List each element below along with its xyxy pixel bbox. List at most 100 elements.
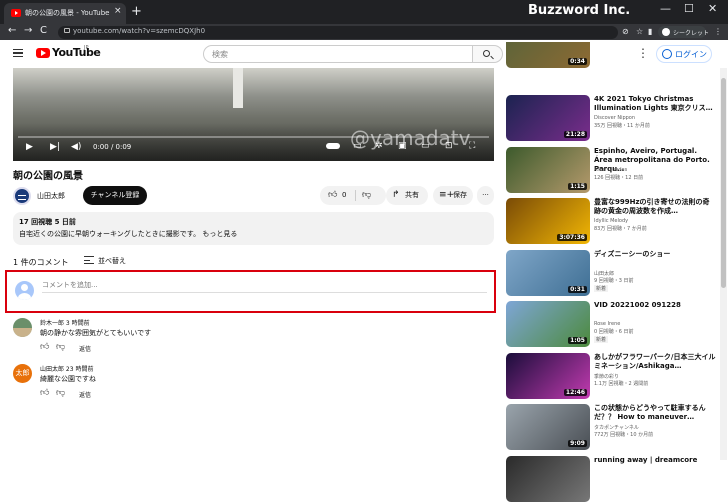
sort-icon[interactable] (84, 256, 94, 264)
tab-close-icon[interactable]: × (114, 6, 122, 16)
scrollbar[interactable] (720, 68, 727, 460)
video-title[interactable]: あしかがフラワーパーク/日本三大イルミネーション/Ashikaga… (594, 353, 716, 371)
channel-avatar[interactable] (13, 187, 31, 205)
recommended-video[interactable]: 12:46 あしかがフラワーパーク/日本三大イルミネーション/Ashikaga… 季… (506, 352, 718, 399)
video-channel[interactable]: Discover Nippon (594, 115, 635, 121)
new-tab-button[interactable]: + (131, 4, 142, 19)
address-bar[interactable]: youtube.com/watch?v=szemcDQXJh0 (58, 26, 618, 39)
fullscreen-icon[interactable]: ⛶ (469, 141, 475, 151)
video-channel[interactable]: 山田太郎 (594, 270, 614, 277)
sidepanel-icon[interactable]: ▮ (648, 27, 652, 36)
play-icon[interactable]: ▶ (26, 142, 33, 152)
video-meta: 83万 回視聴・7 か月前 (594, 226, 647, 232)
video-player[interactable]: @yamadatv ▶ ▶| ◀) 0:00 / 0:09 ▭ ✲ ▣ ▭ ⊡ … (13, 68, 494, 161)
more-actions-button[interactable]: ··· (477, 186, 494, 205)
maximize-icon[interactable]: ☐ (684, 2, 694, 15)
video-title[interactable]: VID 20221002 091228 (594, 301, 716, 310)
video-meta: 0 回視聴・6 日前 (594, 329, 634, 335)
back-icon[interactable]: ← (8, 25, 16, 36)
channel-name[interactable]: 山田太郎 (37, 191, 65, 201)
comment-avatar[interactable]: 太郎 (13, 364, 32, 383)
browser-menu-icon[interactable]: ⋮ (714, 27, 722, 36)
scrollbar-thumb[interactable] (721, 78, 726, 288)
comment-reply-button[interactable]: 返信 (79, 344, 91, 353)
video-thumbnail[interactable]: 1:05 (506, 301, 590, 347)
video-thumbnail[interactable]: 21:28 (506, 95, 590, 141)
video-thumbnail[interactable]: 12:46 (506, 352, 590, 399)
video-channel[interactable]: Rose Irene (594, 321, 620, 327)
video-title[interactable]: この状態からどうやって駐車するんだ？？ How to maneuver… (594, 404, 716, 422)
video-thumbnail[interactable]: 9:09 (506, 404, 590, 450)
comment-text: 朝の静かな雰囲気がとてもいいです (40, 329, 152, 337)
video-channel[interactable]: タカポンチャンネル (594, 424, 639, 431)
comment-count: 1 件のコメント (13, 258, 69, 267)
youtube-logo-icon[interactable] (36, 48, 50, 58)
comment-author[interactable]: 鈴木一郎 3 時間前 (40, 318, 90, 327)
forward-icon[interactable]: → (24, 25, 32, 36)
reload-icon[interactable]: C (40, 25, 47, 36)
autoplay-toggle[interactable] (326, 143, 340, 149)
recommended-video[interactable]: 0:31 ディズニーシーのショー 山田太郎 9 回視聴・3 日前 新着 (506, 249, 718, 296)
recommended-video[interactable]: 1:05 VID 20221002 091228 Rose Irene 0 回視聴・6… (506, 301, 718, 347)
video-duration: 0:34 (568, 58, 587, 65)
view-count-date: 17 回視聴 5 日前 (19, 218, 76, 226)
comment-dislike-icon[interactable]: 👎︎ (56, 342, 65, 352)
hamburger-menu-icon[interactable] (13, 49, 23, 57)
video-title[interactable]: 4K 2021 Tokyo Christmas Illumination Lig… (594, 95, 716, 113)
video-thumbnail[interactable]: 0:31 (506, 249, 590, 296)
video-thumbnail[interactable]: 3:07:36 (506, 198, 590, 244)
video-frame-post (233, 68, 243, 108)
video-duration: 1:05 (568, 337, 587, 344)
minimize-icon[interactable]: — (660, 2, 671, 15)
eye-off-icon[interactable]: ⊘ (622, 27, 629, 36)
volume-icon[interactable]: ◀) (71, 142, 81, 152)
save-button[interactable]: ≡+ 保存 (433, 186, 473, 205)
save-icon: ≡+ (439, 190, 455, 200)
share-button[interactable]: ↱ 共有 (386, 186, 428, 205)
video-channel[interactable]: Artur Guedes (594, 167, 627, 173)
comment-author[interactable]: 山田太郎 23 時間前 (40, 364, 93, 373)
star-icon[interactable]: ☆ (636, 27, 643, 36)
video-meta: 35万 回視聴・11 か月前 (594, 123, 650, 129)
settings-gear-icon[interactable]: ✲ (375, 141, 383, 151)
recommended-video[interactable]: 9:09 この状態からどうやって駐車するんだ？？ How to maneuver…… (506, 404, 718, 450)
video-title[interactable]: 豊富な999Hzの引き寄せの法則の奇跡の黄金の周波数を作成… (594, 198, 716, 216)
video-thumbnail[interactable] (506, 455, 590, 502)
recommended-video[interactable]: 3:07:36 豊富な999Hzの引き寄せの法則の奇跡の黄金の周波数を作成… Idy… (506, 198, 718, 244)
recommended-video[interactable]: running away | dreamcore (506, 455, 718, 502)
share-label: 共有 (405, 191, 419, 199)
close-window-icon[interactable]: ✕ (708, 2, 717, 15)
next-icon[interactable]: ▶| (50, 142, 60, 152)
browser-tab[interactable]: 朝の公園の風景 - YouTube × (4, 3, 126, 24)
video-channel[interactable]: 季節の彩り (594, 373, 619, 380)
video-title[interactable]: ディズニーシーのショー (594, 250, 716, 259)
theater-mode-icon[interactable]: ▭ (421, 141, 430, 151)
description-box[interactable]: 17 回視聴 5 日前 自宅近くの公園に早朝ウォーキングしたときに撮影です。 も… (13, 212, 494, 245)
miniplayer-icon[interactable]: ▣ (398, 141, 407, 151)
video-thumbnail[interactable]: 1:15 (506, 146, 590, 193)
cast-icon[interactable]: ⊡ (445, 141, 453, 151)
search-button[interactable] (473, 45, 503, 63)
comment-input[interactable]: コメントを追加... (42, 280, 487, 293)
progress-bar[interactable] (18, 136, 489, 138)
video-title[interactable]: running away | dreamcore (594, 456, 716, 465)
video-meta: 772万 回視聴・10 か月前 (594, 432, 654, 438)
video-time: 0:00 / 0:09 (93, 143, 132, 151)
sort-button[interactable]: 並べ替え (98, 256, 126, 266)
comment-like-icon[interactable]: 👍︎ (40, 388, 49, 398)
comment-reply-button[interactable]: 返信 (79, 390, 91, 399)
user-avatar (15, 281, 34, 300)
comment-dislike-icon[interactable]: 👎︎ (56, 388, 65, 398)
search-input[interactable]: 検索 (203, 45, 473, 63)
video-channel[interactable]: Idyllic Melody (594, 218, 628, 224)
incognito-badge[interactable]: シークレット (658, 26, 709, 38)
comment-like-icon[interactable]: 👍︎ (40, 342, 49, 352)
dislike-icon[interactable]: 👎︎ (362, 186, 371, 205)
recommended-video[interactable]: 21:28 4K 2021 Tokyo Christmas Illuminatio… (506, 95, 718, 141)
comment-avatar[interactable] (13, 318, 32, 337)
subtitles-icon[interactable]: ▭ (353, 141, 362, 151)
recommended-video[interactable]: 1:15 Espinho, Aveiro, Portugal. Área metr… (506, 146, 718, 193)
subscribe-button[interactable]: チャンネル登録 (83, 186, 147, 205)
youtube-logo-text[interactable]: YouTube (52, 46, 101, 59)
like-icon[interactable]: 👍︎ (328, 186, 337, 205)
